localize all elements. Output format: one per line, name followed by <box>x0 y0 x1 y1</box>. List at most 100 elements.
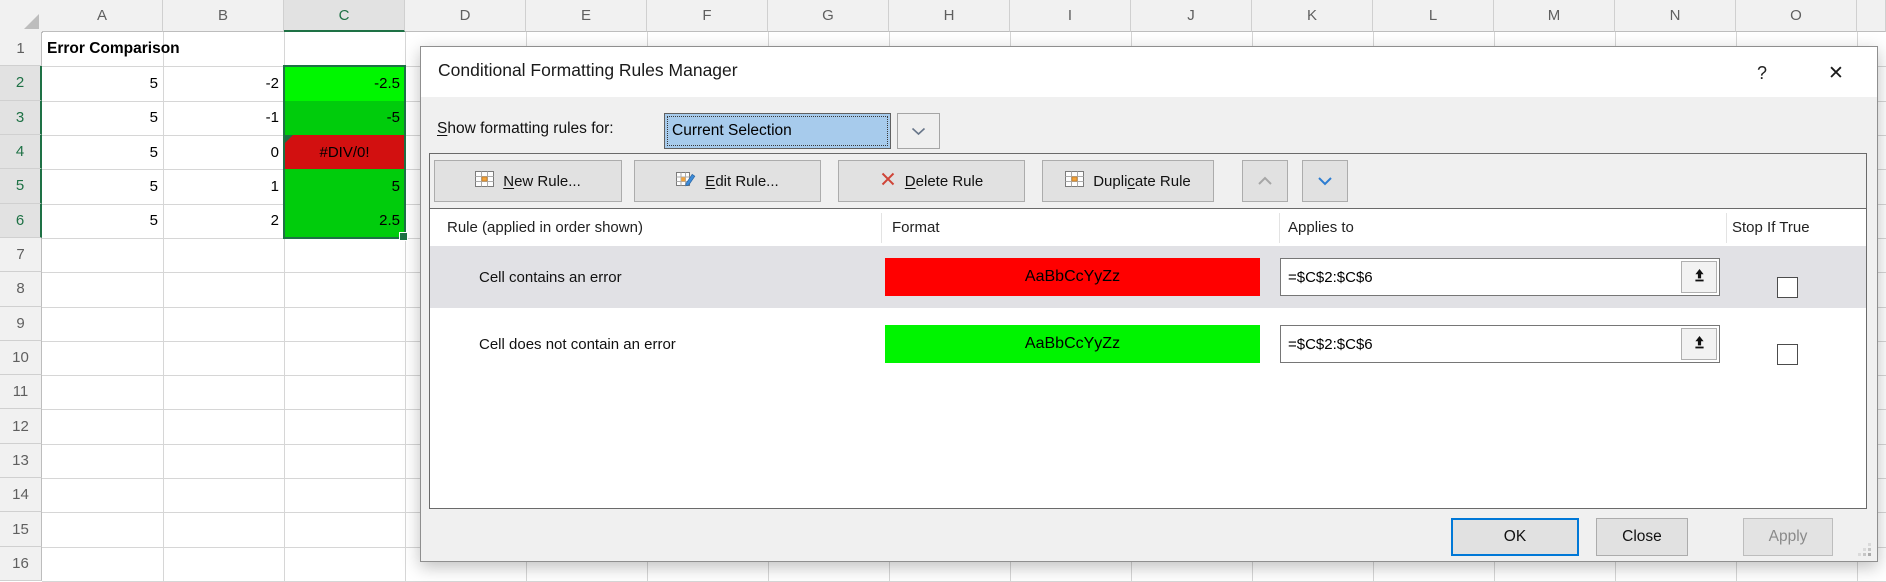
stop-if-true-checkbox[interactable] <box>1777 344 1798 365</box>
new-rule-button[interactable]: New Rule... <box>434 160 622 202</box>
help-icon[interactable]: ? <box>1747 58 1777 88</box>
cell-C3[interactable]: -5 <box>284 101 405 135</box>
row-header-3[interactable]: 3 <box>0 101 42 135</box>
cell-A6[interactable]: 5 <box>42 204 163 238</box>
error-indicator-icon <box>284 135 293 144</box>
format-preview-text: AaBbCcYyZz <box>1025 335 1120 353</box>
column-header-B[interactable]: B <box>163 0 284 32</box>
cell-B6[interactable]: 2 <box>163 204 284 238</box>
rule-row-error[interactable]: Cell contains an error AaBbCcYyZz <box>430 246 1866 308</box>
column-header-K[interactable]: K <box>1252 0 1373 32</box>
column-header-C[interactable]: C <box>284 0 405 32</box>
duplicate-rule-icon <box>1065 171 1084 191</box>
duplicate-rule-button[interactable]: Duplicate Rule <box>1042 160 1214 202</box>
resize-grip-icon[interactable] <box>1857 542 1872 557</box>
column-header-M[interactable]: M <box>1494 0 1615 32</box>
applies-to-input[interactable] <box>1281 326 1679 362</box>
row-header-14[interactable]: 14 <box>0 478 42 512</box>
move-rule-down-button[interactable] <box>1302 160 1348 202</box>
show-rules-dropdown-arrow[interactable] <box>897 113 940 149</box>
column-header-H[interactable]: H <box>889 0 1010 32</box>
format-preview-text: AaBbCcYyZz <box>1025 268 1120 286</box>
move-rule-up-button[interactable] <box>1242 160 1288 202</box>
range-picker-button[interactable] <box>1681 328 1717 360</box>
rule-row-no-error[interactable]: Cell does not contain an error AaBbCcYyZ… <box>430 314 1866 374</box>
column-header-applies: Applies to <box>1288 210 1354 246</box>
fill-handle[interactable] <box>399 232 408 241</box>
column-header-E[interactable]: E <box>526 0 647 32</box>
row-header-12[interactable]: 12 <box>0 409 42 443</box>
cell-C2[interactable]: -2.5 <box>284 66 405 100</box>
row-header-5[interactable]: 5 <box>0 169 42 203</box>
apply-button[interactable]: Apply <box>1743 518 1833 556</box>
dialog-titlebar[interactable]: Conditional Formatting Rules Manager ? ✕ <box>421 47 1877 97</box>
collapse-dialog-icon <box>1692 335 1707 353</box>
column-header-J[interactable]: J <box>1131 0 1252 32</box>
divider <box>1726 213 1727 243</box>
close-button[interactable]: Close <box>1596 518 1688 556</box>
column-header-D[interactable]: D <box>405 0 526 32</box>
rule-format-preview: AaBbCcYyZz <box>885 258 1260 296</box>
cell-A1[interactable]: Error Comparison <box>42 32 284 66</box>
row-header-7[interactable]: 7 <box>0 238 42 272</box>
column-header-format: Format <box>892 210 940 246</box>
edit-rule-button[interactable]: Edit Rule... <box>634 160 821 202</box>
cell-B5[interactable]: 1 <box>163 169 284 203</box>
row-header-16[interactable]: 16 <box>0 547 42 581</box>
cell-C4[interactable]: #DIV/0! <box>284 135 405 169</box>
row-header-8[interactable]: 8 <box>0 272 42 306</box>
cell-B4[interactable]: 0 <box>163 135 284 169</box>
rule-name: Cell does not contain an error <box>479 314 676 374</box>
column-header-A[interactable]: A <box>42 0 163 32</box>
cell-A3[interactable]: 5 <box>42 101 163 135</box>
column-header-O[interactable]: O <box>1736 0 1857 32</box>
row-header-13[interactable]: 13 <box>0 444 42 478</box>
duplicate-rule-label: Duplicate Rule <box>1093 173 1191 190</box>
select-all-icon <box>24 14 39 29</box>
column-header-L[interactable]: L <box>1373 0 1494 32</box>
delete-rule-label: Delete Rule <box>905 173 983 190</box>
row-header-6[interactable]: 6 <box>0 204 42 238</box>
column-header-partial[interactable] <box>1857 0 1886 32</box>
column-header-F[interactable]: F <box>647 0 768 32</box>
stop-if-true-checkbox[interactable] <box>1777 277 1798 298</box>
cell-B2[interactable]: -2 <box>163 66 284 100</box>
cell-A2[interactable]: 5 <box>42 66 163 100</box>
divider <box>1279 213 1280 243</box>
delete-rule-icon <box>880 171 896 191</box>
row-header-1[interactable]: 1 <box>0 32 42 66</box>
rules-list-header: Rule (applied in order shown) Format App… <box>430 210 1866 246</box>
row-header-9[interactable]: 9 <box>0 307 42 341</box>
row-header-11[interactable]: 11 <box>0 375 42 409</box>
cell-B3[interactable]: -1 <box>163 101 284 135</box>
rules-toolbar: New Rule... Edit Rule... Delete Rule Duplic… <box>430 154 1866 209</box>
column-header-N[interactable]: N <box>1615 0 1736 32</box>
select-all-button[interactable] <box>0 0 43 33</box>
row-header-2[interactable]: 2 <box>0 66 42 100</box>
rules-list: Rule (applied in order shown) Format App… <box>430 210 1866 508</box>
cell-C5[interactable]: 5 <box>284 169 405 203</box>
column-header-G[interactable]: G <box>768 0 889 32</box>
cell-C6[interactable]: 2.5 <box>284 204 405 238</box>
cell-A4[interactable]: 5 <box>42 135 163 169</box>
applies-to-input[interactable] <box>1281 259 1679 295</box>
chevron-down-icon <box>1317 174 1333 189</box>
ok-button[interactable]: OK <box>1451 518 1579 556</box>
delete-rule-button[interactable]: Delete Rule <box>838 160 1025 202</box>
show-rules-value: Current Selection <box>672 122 792 140</box>
show-rules-dropdown[interactable]: Current Selection <box>664 113 891 149</box>
row-header-4[interactable]: 4 <box>0 135 42 169</box>
row-header-10[interactable]: 10 <box>0 341 42 375</box>
collapse-dialog-icon <box>1692 268 1707 286</box>
row-header-15[interactable]: 15 <box>0 512 42 546</box>
chevron-up-icon <box>1257 174 1273 189</box>
close-icon[interactable]: ✕ <box>1819 57 1853 89</box>
column-header-I[interactable]: I <box>1010 0 1131 32</box>
new-rule-label: New Rule... <box>503 173 581 190</box>
show-rules-label: Show formatting rules for: <box>437 120 614 138</box>
conditional-formatting-dialog: Conditional Formatting Rules Manager ? ✕… <box>420 46 1878 562</box>
range-picker-button[interactable] <box>1681 261 1717 293</box>
dialog-title: Conditional Formatting Rules Manager <box>438 60 738 81</box>
cell-A5[interactable]: 5 <box>42 169 163 203</box>
applies-to-field <box>1280 325 1720 363</box>
